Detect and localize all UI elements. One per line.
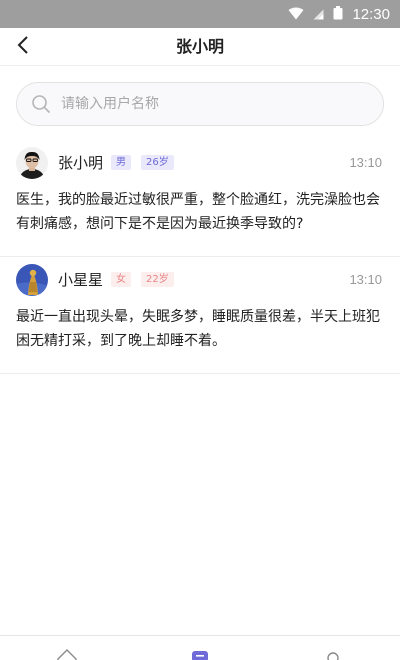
age-badge: 26岁 — [141, 155, 174, 170]
tab-home[interactable] — [57, 647, 77, 660]
status-bar: 12:30 — [0, 0, 400, 28]
list-item[interactable]: 张小明 男 26岁 13:10 医生，我的脸最近过敏很严重，整个脸通红，洗完澡脸… — [0, 140, 400, 257]
status-icons: 12:30 — [288, 0, 390, 28]
signal-icon — [313, 5, 324, 24]
page-title: 张小明 — [175, 37, 224, 56]
search-input[interactable] — [61, 96, 361, 112]
user-name: 张小明 — [58, 154, 104, 172]
wifi-icon — [288, 5, 304, 24]
message-time: 13:10 — [349, 272, 382, 287]
message-content: 最近一直出现头晕，失眠多梦，睡眠质量很差，半天上班犯困无精打采，到了晚上却睡不着… — [16, 309, 380, 349]
home-icon — [57, 647, 77, 660]
user-name: 小星星 — [58, 271, 104, 289]
gender-badge: 女 — [111, 272, 131, 287]
message-content: 医生，我的脸最近过敏很严重，整个脸通红，洗完澡脸也会有刺痛感，想问下是不是因为最… — [16, 192, 380, 232]
tab-bar — [0, 635, 400, 660]
avatar — [16, 264, 48, 296]
message-icon — [190, 647, 210, 660]
age-badge: 22岁 — [141, 272, 174, 287]
search-icon — [31, 94, 51, 114]
list-item[interactable]: 小星星 女 22岁 13:10 最近一直出现头晕，失眠多梦，睡眠质量很差，半天上… — [0, 257, 400, 374]
avatar — [16, 147, 48, 179]
status-time: 12:30 — [352, 5, 390, 23]
back-button[interactable] — [12, 34, 34, 60]
search-box[interactable] — [16, 82, 384, 126]
tab-profile[interactable] — [323, 647, 343, 660]
gender-badge: 男 — [111, 155, 131, 170]
message-list: 张小明 男 26岁 13:10 医生，我的脸最近过敏很严重，整个脸通红，洗完澡脸… — [0, 140, 400, 374]
chevron-left-icon — [17, 36, 29, 58]
nav-bar: 张小明 — [0, 28, 400, 66]
message-time: 13:10 — [349, 155, 382, 170]
profile-icon — [323, 647, 343, 660]
tab-messages[interactable] — [190, 647, 210, 660]
battery-icon — [333, 5, 343, 24]
